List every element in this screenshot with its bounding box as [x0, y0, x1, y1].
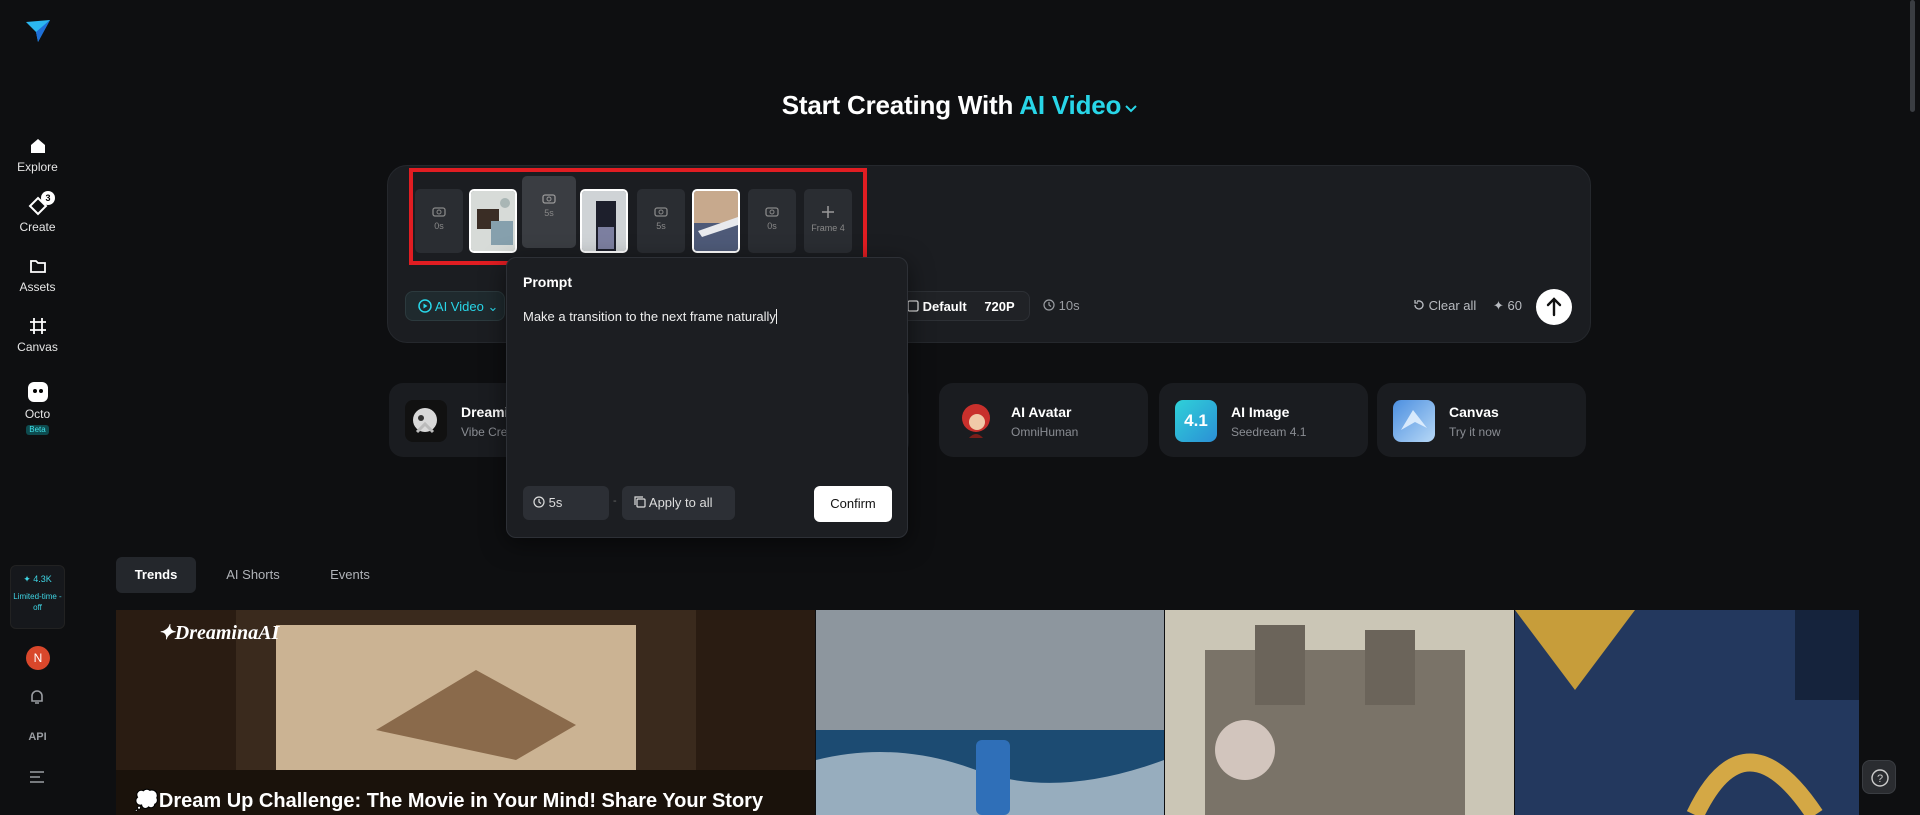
settings-select[interactable]: Default 720P: [896, 291, 1030, 321]
notification-badge: 3: [41, 191, 55, 205]
home-icon: [30, 139, 45, 153]
scrollbar[interactable]: [1910, 0, 1915, 112]
avatar[interactable]: N: [26, 646, 50, 670]
brand-watermark: ✦DreaminaAI: [158, 620, 279, 645]
tool-subtitle: Seedream 4.1: [1231, 425, 1307, 439]
ai-image-icon: 4.1: [1175, 400, 1217, 442]
credits-box[interactable]: ✦ 4.3K Limited-time - off: [10, 565, 65, 629]
ai-avatar-icon: [955, 400, 997, 442]
gallery-tile[interactable]: [1515, 610, 1859, 815]
tool-subtitle: Vibe Cre: [461, 425, 508, 439]
sidebar: Explore 3 Create Assets Canvas Octo Beta…: [0, 0, 75, 815]
clear-all-label: Clear all: [1428, 298, 1477, 313]
title-text: Start Creating With: [781, 90, 1020, 120]
mode-switch[interactable]: AI Video: [1019, 90, 1138, 120]
sidebar-item-create[interactable]: 3 Create: [0, 191, 75, 234]
duration-select[interactable]: 10s: [1043, 291, 1103, 321]
submit-button[interactable]: [1536, 289, 1572, 325]
gallery-image: [816, 610, 1164, 815]
dreamina-agent-icon: [405, 400, 447, 442]
cost-value: 60: [1507, 298, 1522, 313]
ratio-label: Default: [922, 299, 967, 314]
sidebar-item-label: Octo: [24, 407, 51, 421]
promo-label: Limited-time - off: [13, 592, 62, 612]
app-logo[interactable]: [24, 18, 52, 49]
canvas-tool-icon: [1393, 400, 1435, 442]
gallery-feature-tile[interactable]: ✦DreaminaAI 💭Dream Up Challenge: The Mov…: [116, 610, 815, 815]
separator: -: [613, 495, 617, 507]
tab-events[interactable]: Events: [310, 557, 390, 593]
folder-icon: [29, 260, 46, 273]
chevron-down-icon: ⌄: [487, 299, 499, 314]
chevron-down-icon: [1125, 105, 1137, 113]
tool-title: Dreami: [461, 404, 509, 420]
confirm-button[interactable]: Confirm: [814, 486, 892, 522]
sidebar-item-assets[interactable]: Assets: [0, 256, 75, 294]
sidebar-item-label: Assets: [19, 280, 56, 294]
prompt-text: Make a transition to the next frame natu…: [523, 309, 776, 324]
gallery-image: [1165, 610, 1514, 815]
tool-title: AI Image: [1231, 404, 1290, 420]
clock-icon: [533, 496, 545, 508]
tab-trends[interactable]: Trends: [116, 557, 196, 593]
clock-icon: [1043, 299, 1055, 311]
help-button[interactable]: ?: [1862, 760, 1896, 794]
mode-switch-label: AI Video: [1019, 90, 1122, 120]
question-icon: ?: [1871, 769, 1889, 787]
sparkle-icon: ✦: [158, 622, 175, 644]
feature-headline: 💭Dream Up Challenge: The Movie in Your M…: [134, 790, 764, 812]
prompt-label: Prompt: [523, 274, 572, 290]
beta-tag: Beta: [26, 425, 49, 435]
tool-card-ai-image[interactable]: 4.1 AI Image Seedream 4.1: [1159, 383, 1368, 457]
prompt-popup: Prompt Make a transition to the next fra…: [506, 257, 908, 538]
apply-to-all-button[interactable]: Apply to all: [622, 486, 735, 520]
resolution-label: 720P: [984, 299, 1015, 314]
brand-text: DreaminaAI: [174, 622, 280, 644]
prompt-input[interactable]: Make a transition to the next frame natu…: [523, 309, 777, 324]
canvas-icon: [29, 318, 46, 334]
mode-select[interactable]: AI Video ⌄: [405, 291, 505, 321]
frame-duration-value: 5s: [548, 495, 563, 510]
clear-all-button[interactable]: Clear all: [1413, 291, 1483, 321]
svg-text:?: ?: [1877, 773, 1883, 785]
reset-icon: [1414, 300, 1424, 310]
tool-card-canvas[interactable]: Canvas Try it now: [1377, 383, 1586, 457]
highlight-box: [409, 168, 867, 265]
tool-subtitle: OmniHuman: [1011, 425, 1079, 439]
sidebar-item-canvas[interactable]: Canvas: [0, 316, 75, 354]
frame-duration-select[interactable]: 5s: [523, 486, 609, 520]
aspect-ratio-icon: [907, 300, 919, 312]
gallery-tile[interactable]: [1165, 610, 1514, 815]
gallery-tile[interactable]: [816, 610, 1164, 815]
tab-ai-shorts[interactable]: AI Shorts: [212, 557, 294, 593]
tool-title: Canvas: [1449, 404, 1499, 420]
mode-select-label: AI Video: [434, 299, 484, 314]
arrow-up-icon: [1546, 297, 1562, 317]
copy-icon: [634, 496, 646, 508]
sidebar-item-label: Canvas: [17, 340, 58, 354]
sidebar-item-label: Explore: [17, 160, 58, 174]
page-title: Start Creating With AI Video: [0, 90, 1920, 121]
credits-count: ✦ 4.3K: [23, 574, 52, 584]
tool-card-ai-avatar[interactable]: AI Avatar OmniHuman: [939, 383, 1148, 457]
sidebar-item-explore[interactable]: Explore: [0, 136, 75, 174]
sidebar-item-label: Create: [19, 220, 56, 234]
gallery-image: [1515, 610, 1859, 815]
tool-title: AI Avatar: [1011, 404, 1072, 420]
sidebar-item-octo[interactable]: Octo Beta: [0, 381, 75, 435]
bell-icon[interactable]: [28, 688, 46, 711]
octo-icon: [27, 382, 48, 402]
api-link[interactable]: API: [0, 731, 75, 743]
video-mode-icon: [418, 299, 432, 313]
text-caret: [775, 309, 777, 324]
duration-label: 10s: [1058, 298, 1080, 313]
menu-icon[interactable]: [29, 770, 45, 789]
cost-indicator: ✦ 60: [1493, 291, 1533, 321]
tool-subtitle: Try it now: [1449, 425, 1501, 439]
apply-to-all-label: Apply to all: [648, 495, 713, 510]
spark-icon: ✦: [1493, 298, 1504, 313]
